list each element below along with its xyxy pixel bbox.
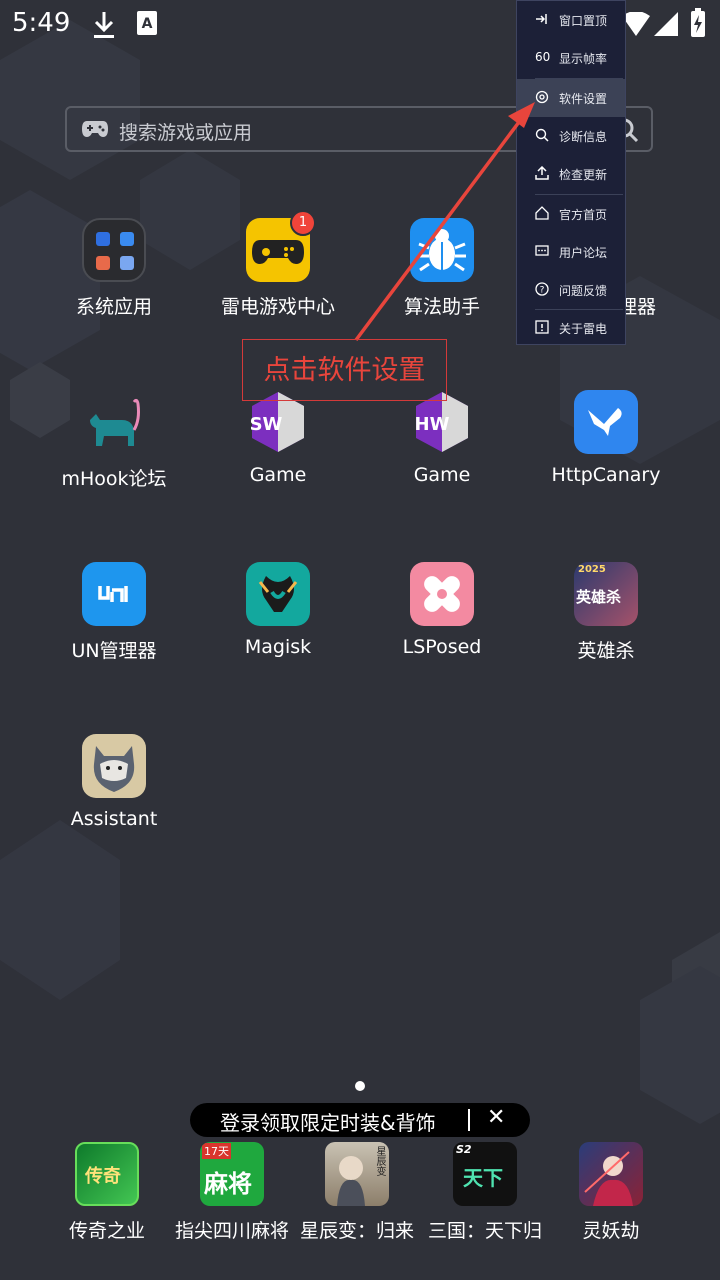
app-un-manager[interactable]: UN管理器 [32,562,196,663]
home-icon [535,206,549,220]
app-label: 星辰变：归来 [299,1220,414,1242]
app-game-guardian-hw[interactable]: HW Game [360,390,524,486]
app-label: Assistant [70,808,158,830]
battery-icon [691,8,705,37]
forum-icon [535,245,549,256]
settings-icon [535,90,549,104]
dock-app-sanguo[interactable]: S2 天下 三国：天下归 [422,1142,548,1243]
app-label: 系统应用 [75,296,152,318]
bandage-icon [410,562,474,626]
annotation-callout: 点击软件设置 [242,339,447,401]
yingxiongsha-icon: 2025 英雄杀 [574,562,638,626]
menu-item-software-settings[interactable]: 软件设置 [517,79,625,117]
menu-item-check-update[interactable]: 检查更新 [517,155,625,193]
icon-letter: SW [250,414,283,435]
fps-icon: 60 [535,50,551,64]
app-lsposed[interactable]: LSPosed [360,562,524,658]
cell-signal-icon [654,12,678,36]
magisk-icon [246,562,310,626]
app-label: 传奇之业 [68,1220,145,1242]
icon-badge: 2025 [578,564,606,575]
game-center-icon: 1 [246,210,316,282]
anime-character-icon [82,734,146,798]
menu-item-show-fps[interactable]: 60 显示帧率 [517,39,625,77]
app-system-apps[interactable]: 系统应用 [32,218,196,319]
dock-app-chuanqi[interactable]: 传奇 传奇之业 [44,1142,170,1243]
pin-icon [536,14,547,24]
close-icon[interactable]: ✕ [487,1105,505,1130]
un-manager-icon [82,562,146,626]
dock-app-lingyaojie[interactable]: 灵妖劫 [548,1142,674,1243]
app-label: 三国：天下归 [427,1220,542,1242]
xingchenbian-icon: 星辰变 [325,1142,389,1206]
gamepad-icon [82,121,108,137]
bug-icon [410,218,474,282]
page-indicator-dot [355,1081,365,1091]
update-icon [535,166,549,180]
app-label: 灵妖劫 [582,1220,640,1242]
chuanqi-icon: 传奇 [75,1142,139,1206]
app-label: Game [413,464,471,486]
app-ld-game-center[interactable]: 1 雷电游戏中心 [196,210,360,319]
lingyaojie-icon [579,1142,643,1206]
app-label: 指尖四川麻将 [174,1220,289,1242]
app-yingxiongsha[interactable]: 2025 英雄杀 英雄杀 [524,562,688,663]
menu-item-diagnostics[interactable]: 诊断信息 [517,117,625,155]
bird-icon [574,390,638,454]
app-game-guardian-sw[interactable]: SW Game [196,390,360,486]
app-magisk[interactable]: Magisk [196,562,360,658]
feedback-icon: ? [535,282,549,296]
dock-app-xingchenbian[interactable]: 星辰变 星辰变：归来 [294,1142,420,1243]
app-label: LSPosed [402,636,482,658]
app-label: 雷电游戏中心 [220,296,335,318]
app-label: 算法助手 [403,296,480,318]
icon-title: 英雄杀 [576,588,622,606]
app-assistant[interactable]: Assistant [32,734,196,830]
download-icon [94,12,114,38]
app-algorithm-helper[interactable]: 算法助手 [360,218,524,319]
app-label: UN管理器 [71,640,157,662]
cat-icon [82,390,146,454]
search-placeholder: 搜索游戏或应用 [119,122,253,144]
status-time: 5:49 [12,8,71,38]
menu-item-user-forum[interactable]: 用户论坛 [517,233,625,271]
app-label: 英雄杀 [577,640,635,662]
system-apps-folder-icon [82,218,146,282]
menu-item-pin-window[interactable]: 窗口置顶 [517,1,625,39]
svg-text:?: ? [540,286,545,296]
wifi-icon [622,12,650,36]
sanguo-icon: S2 天下 [453,1142,517,1206]
promo-banner[interactable]: 登录领取限定时装&背饰 ✕ [190,1103,530,1137]
promo-divider [468,1109,470,1131]
floating-menu: 窗口置顶 60 显示帧率 软件设置 诊断信息 检查更新 官方首页 用户论坛 ? … [516,0,626,345]
notification-badge: 1 [290,210,316,236]
dock-app-sichuan-mahjong[interactable]: 17天 麻将 指尖四川麻将 [169,1142,295,1243]
promo-text: 登录领取限定时装&背饰 [220,1111,436,1135]
menu-item-official-home[interactable]: 官方首页 [517,195,625,233]
app-mhook-forum[interactable]: mHook论坛 [32,390,196,491]
app-label: HttpCanary [551,464,661,486]
app-label: Game [249,464,307,486]
menu-item-feedback[interactable]: ? 问题反馈 [517,271,625,309]
icon-letter: HW [415,414,450,435]
app-httpcanary[interactable]: HttpCanary [524,390,688,486]
menu-item-about[interactable]: 关于雷电 [517,309,625,347]
mahjong-icon: 17天 麻将 [200,1142,264,1206]
app-label: Magisk [244,636,312,658]
keyboard-a-icon: A [137,11,157,35]
about-icon [535,320,549,334]
svg-text:A: A [142,16,153,32]
app-label: mHook论坛 [61,468,167,490]
diagnose-icon [535,128,549,142]
